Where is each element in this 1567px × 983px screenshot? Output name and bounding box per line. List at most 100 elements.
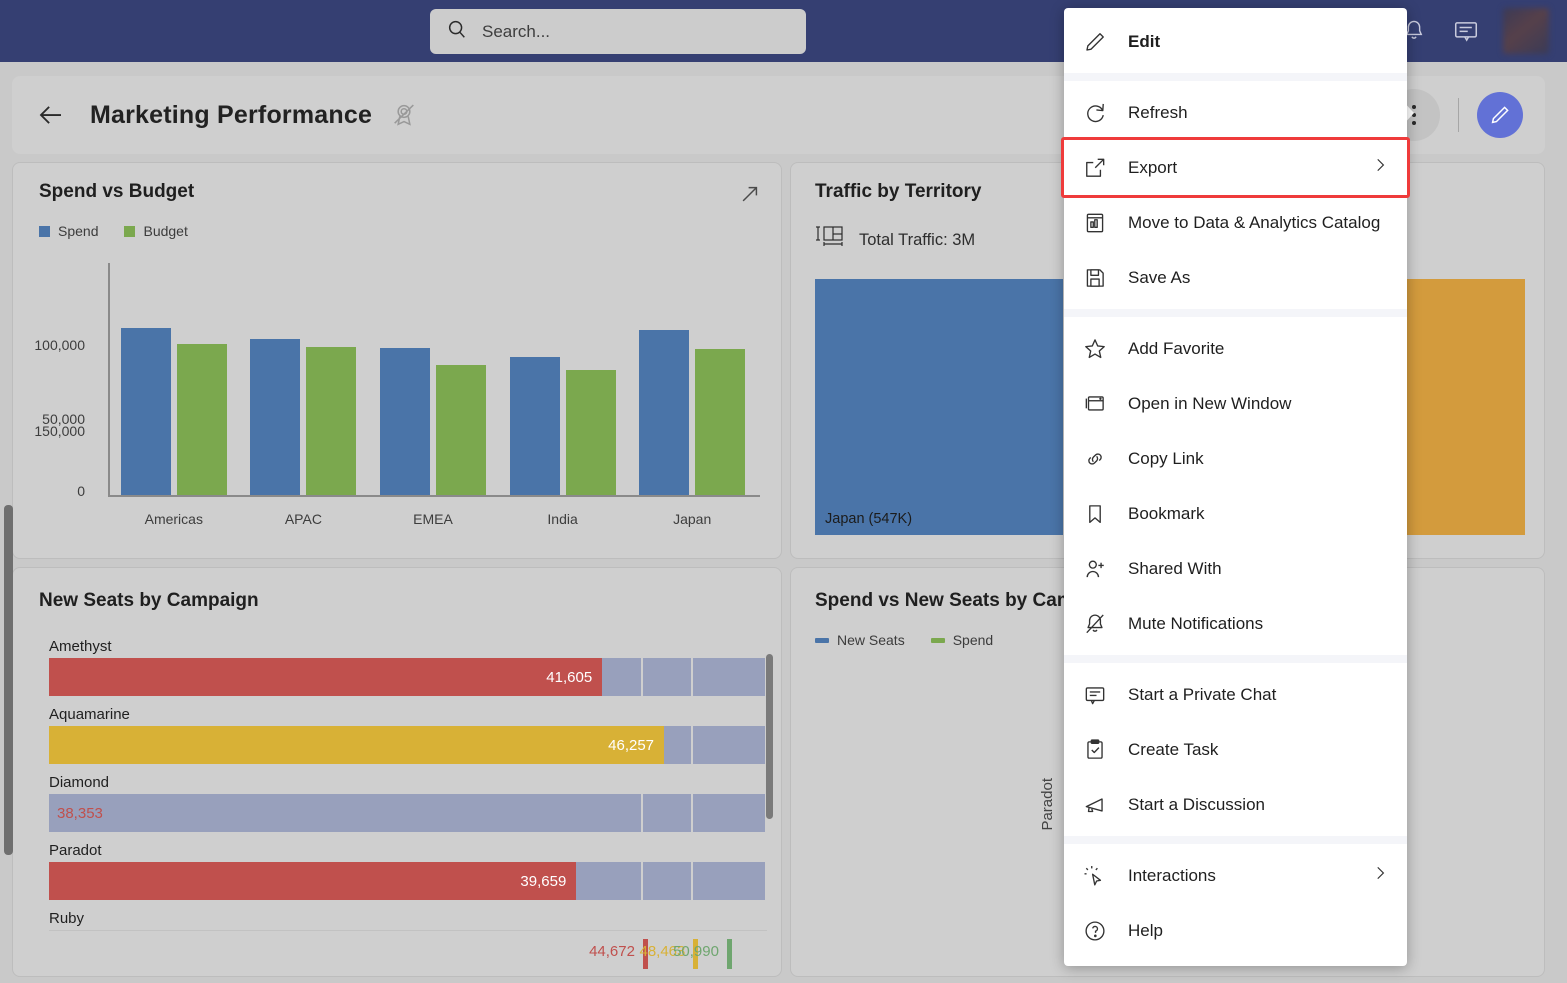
y-tick-label: 50,000 <box>42 411 85 427</box>
bar-spend-japan[interactable] <box>639 329 690 495</box>
bullet-band <box>693 726 765 764</box>
bullet-value-bar[interactable]: 41,605 <box>49 658 603 696</box>
bar-budget-japan[interactable] <box>695 348 746 495</box>
threshold-label: 50,990 <box>673 943 719 960</box>
back-arrow-icon[interactable] <box>34 98 68 132</box>
bullet-value-bar[interactable]: 39,659 <box>49 862 577 900</box>
x-axis-line <box>108 495 760 497</box>
menu-item-bookmark[interactable]: Bookmark <box>1064 486 1407 541</box>
card-spend-vs-budget: Spend vs Budget Spend Budget 150,000 100… <box>12 162 782 559</box>
legend-item-new-seats[interactable]: New Seats <box>815 632 905 648</box>
topbar-actions <box>1399 0 1557 62</box>
treemap-tile-label: Japan (547K) <box>825 511 913 527</box>
bar-budget-americas[interactable] <box>176 344 227 495</box>
card-title: Traffic by Territory <box>815 181 982 202</box>
menu-separator <box>1064 655 1407 663</box>
menu-item-create-task[interactable]: Create Task <box>1064 722 1407 777</box>
bullet-band <box>693 794 765 832</box>
legend-swatch <box>39 225 50 237</box>
threshold-marker <box>726 939 732 969</box>
bullet-value-bar[interactable]: 38,353 <box>49 794 559 832</box>
y-tick-label: 0 <box>77 483 85 499</box>
menu-item-edit[interactable]: Edit <box>1064 14 1407 69</box>
edit-button[interactable] <box>1477 92 1523 138</box>
bar-budget-apac[interactable] <box>306 346 357 495</box>
total-traffic-kpi: Total Traffic: 3M <box>815 225 975 256</box>
help-circle-icon <box>1080 916 1110 946</box>
menu-item-label: Interactions <box>1128 865 1216 885</box>
chart-legend: Spend Budget <box>39 223 188 239</box>
bullet-threshold-scale: 44,672 48,463 50,990 <box>49 930 767 972</box>
y-tick-label: 100,000 <box>34 337 85 353</box>
bar-spend-india[interactable] <box>509 357 560 495</box>
menu-item-help[interactable]: Help <box>1064 903 1407 958</box>
task-checklist-icon <box>1080 735 1110 765</box>
search-box[interactable] <box>430 9 806 54</box>
megaphone-icon <box>1080 790 1110 820</box>
menu-item-start-a-private-chat[interactable]: Start a Private Chat <box>1064 667 1407 722</box>
menu-item-shared-with[interactable]: Shared With <box>1064 541 1407 596</box>
link-icon <box>1080 444 1110 474</box>
card-scrollbar[interactable] <box>766 654 773 819</box>
bullet-value-bar[interactable]: 46,257 <box>49 726 665 764</box>
export-icon <box>1080 153 1110 183</box>
bullet-row: Paradot 39,659 <box>49 842 767 900</box>
legend-item-spend[interactable]: Spend <box>39 223 98 239</box>
bullet-value-label: 46,257 <box>608 736 655 754</box>
legend-label: Budget <box>143 223 188 239</box>
card-new-seats-by-campaign: New Seats by Campaign Amethyst 41,605 Aqua… <box>12 567 782 977</box>
bar-spend-americas[interactable] <box>120 327 171 495</box>
avatar[interactable] <box>1503 8 1549 54</box>
certification-disabled-icon[interactable] <box>390 101 418 129</box>
menu-item-mute-notifications[interactable]: Mute Notifications <box>1064 596 1407 651</box>
bar-budget-emea[interactable] <box>436 365 486 495</box>
legend-swatch <box>930 637 945 643</box>
chevron-right-icon <box>1371 156 1389 179</box>
menu-item-label: Copy Link <box>1128 448 1204 468</box>
bullet-track: 46,257 <box>49 726 767 764</box>
search-input[interactable] <box>482 21 782 42</box>
legend-swatch <box>815 637 829 643</box>
save-icon <box>1080 263 1110 293</box>
bullet-band <box>642 794 692 832</box>
bullet-category-label: Ruby <box>49 910 85 927</box>
expand-icon[interactable] <box>739 183 761 210</box>
legend-item-spend[interactable]: Spend <box>930 632 994 648</box>
highlight-annotation <box>1061 137 1410 198</box>
bullet-track: 39,659 <box>49 862 767 900</box>
card-title: New Seats by Campaign <box>39 590 259 611</box>
menu-item-open-in-new-window[interactable]: Open in New Window <box>1064 376 1407 431</box>
menu-item-add-favorite[interactable]: Add Favorite <box>1064 321 1407 376</box>
menu-item-interactions[interactable]: Interactions <box>1064 848 1407 903</box>
menu-item-export[interactable]: Export <box>1061 137 1410 198</box>
messages-icon[interactable] <box>1451 16 1481 46</box>
menu-item-refresh[interactable]: Refresh <box>1064 85 1407 140</box>
menu-item-label: Refresh <box>1128 102 1188 122</box>
y-axis-line <box>108 263 110 496</box>
bullet-track: 38,353 <box>49 794 767 832</box>
bookmark-icon <box>1080 499 1110 529</box>
x-axis-label: EMEA <box>413 511 453 527</box>
menu-item-move-to-data-analytics-catalog[interactable]: Move to Data & Analytics Catalog <box>1064 195 1407 250</box>
menu-item-save-as[interactable]: Save As <box>1064 250 1407 305</box>
bar-spend-emea[interactable] <box>380 348 430 495</box>
menu-item-start-a-discussion[interactable]: Start a Discussion <box>1064 777 1407 832</box>
legend-item-budget[interactable]: Budget <box>124 223 188 239</box>
menu-item-label: Bookmark <box>1128 503 1205 523</box>
bullet-band <box>642 658 692 696</box>
menu-separator <box>1064 836 1407 844</box>
treemap-tile[interactable]: Japan (547K) <box>815 279 1064 535</box>
legend-label: Spend <box>952 632 994 648</box>
bullet-value-label: 41,605 <box>546 668 593 686</box>
y-axis-category-label: Paradot <box>1039 778 1056 831</box>
card-title: Spend vs Budget <box>39 181 195 202</box>
bullet-chart: Amethyst 41,605 Aquamarine 46,257 Diamond 38,… <box>49 638 767 972</box>
page-scrollbar[interactable] <box>4 505 13 855</box>
bar-spend-apac[interactable] <box>250 338 301 495</box>
bullet-band <box>642 862 692 900</box>
bar-plot-area <box>109 263 757 495</box>
bar-budget-india[interactable] <box>565 369 616 495</box>
menu-item-copy-link[interactable]: Copy Link <box>1064 431 1407 486</box>
bullet-row: Ruby <box>49 910 767 927</box>
bullet-band <box>693 658 765 696</box>
